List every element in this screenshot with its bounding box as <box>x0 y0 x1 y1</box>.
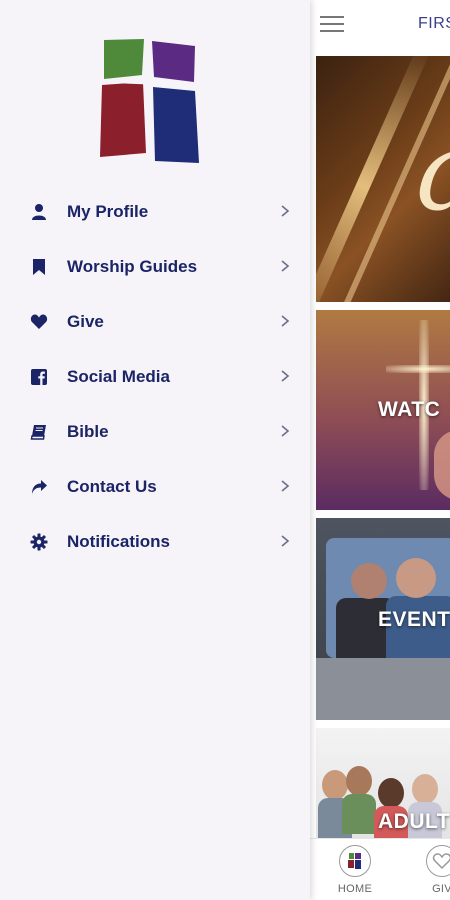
chevron-right-icon <box>281 260 290 272</box>
menu-item-contact-us[interactable]: Contact Us <box>0 459 310 514</box>
menu-label: Social Media <box>67 367 170 386</box>
drawer-menu: My Profile Worship Guides Give Social Me… <box>0 184 310 569</box>
menu-item-give[interactable]: Give <box>0 294 310 349</box>
tile-watch[interactable]: WATC <box>316 310 450 510</box>
menu-item-bible[interactable]: Bible <box>0 404 310 459</box>
chevron-right-icon <box>281 315 290 327</box>
top-app-bar: FIRS <box>310 0 450 52</box>
tab-give[interactable]: GIV <box>412 845 450 895</box>
chevron-right-icon <box>281 425 290 437</box>
tab-home-label: HOME <box>337 883 373 895</box>
hamburger-menu-icon[interactable] <box>320 16 344 34</box>
chevron-right-icon <box>281 480 290 492</box>
tile-script-text: a <box>416 116 450 226</box>
church-cross-logo <box>98 37 200 163</box>
heart-icon <box>426 845 450 877</box>
tab-home[interactable]: HOME <box>325 845 385 895</box>
tile-events[interactable]: EVENT <box>316 518 450 720</box>
app-title: FIRS <box>418 15 450 32</box>
bookmark-icon <box>33 259 45 275</box>
book-icon <box>30 425 46 440</box>
menu-item-notifications[interactable]: Notifications <box>0 514 310 569</box>
gear-icon <box>30 533 48 551</box>
menu-label: Contact Us <box>67 477 157 496</box>
menu-item-my-profile[interactable]: My Profile <box>0 184 310 239</box>
menu-item-worship-guides[interactable]: Worship Guides <box>0 239 310 294</box>
heart-icon <box>30 314 48 329</box>
bottom-tab-bar: HOME GIV <box>310 838 450 900</box>
tile-adults-label: ADULT <box>378 810 450 833</box>
menu-label: Give <box>67 312 104 331</box>
tile-worship-banner[interactable]: a <box>316 56 450 302</box>
tile-watch-label: WATC <box>378 398 441 421</box>
navigation-drawer: My Profile Worship Guides Give Social Me… <box>0 0 310 900</box>
home-logo-icon <box>339 845 371 877</box>
chevron-right-icon <box>281 535 290 547</box>
user-icon <box>32 204 46 220</box>
menu-label: Worship Guides <box>67 257 198 276</box>
facebook-icon <box>31 369 47 385</box>
tile-events-label: EVENT <box>378 608 450 631</box>
home-screen: FIRS a WATC EVENT ADULT <box>310 0 450 900</box>
menu-label: My Profile <box>67 202 149 221</box>
share-arrow-icon <box>32 480 47 494</box>
chevron-right-icon <box>281 370 290 382</box>
tile-adults[interactable]: ADULT <box>316 728 450 838</box>
chevron-right-icon <box>281 205 290 217</box>
menu-item-social-media[interactable]: Social Media <box>0 349 310 404</box>
menu-label: Bible <box>67 422 109 441</box>
tab-give-label: GIV <box>432 883 450 895</box>
menu-label: Notifications <box>67 532 170 551</box>
